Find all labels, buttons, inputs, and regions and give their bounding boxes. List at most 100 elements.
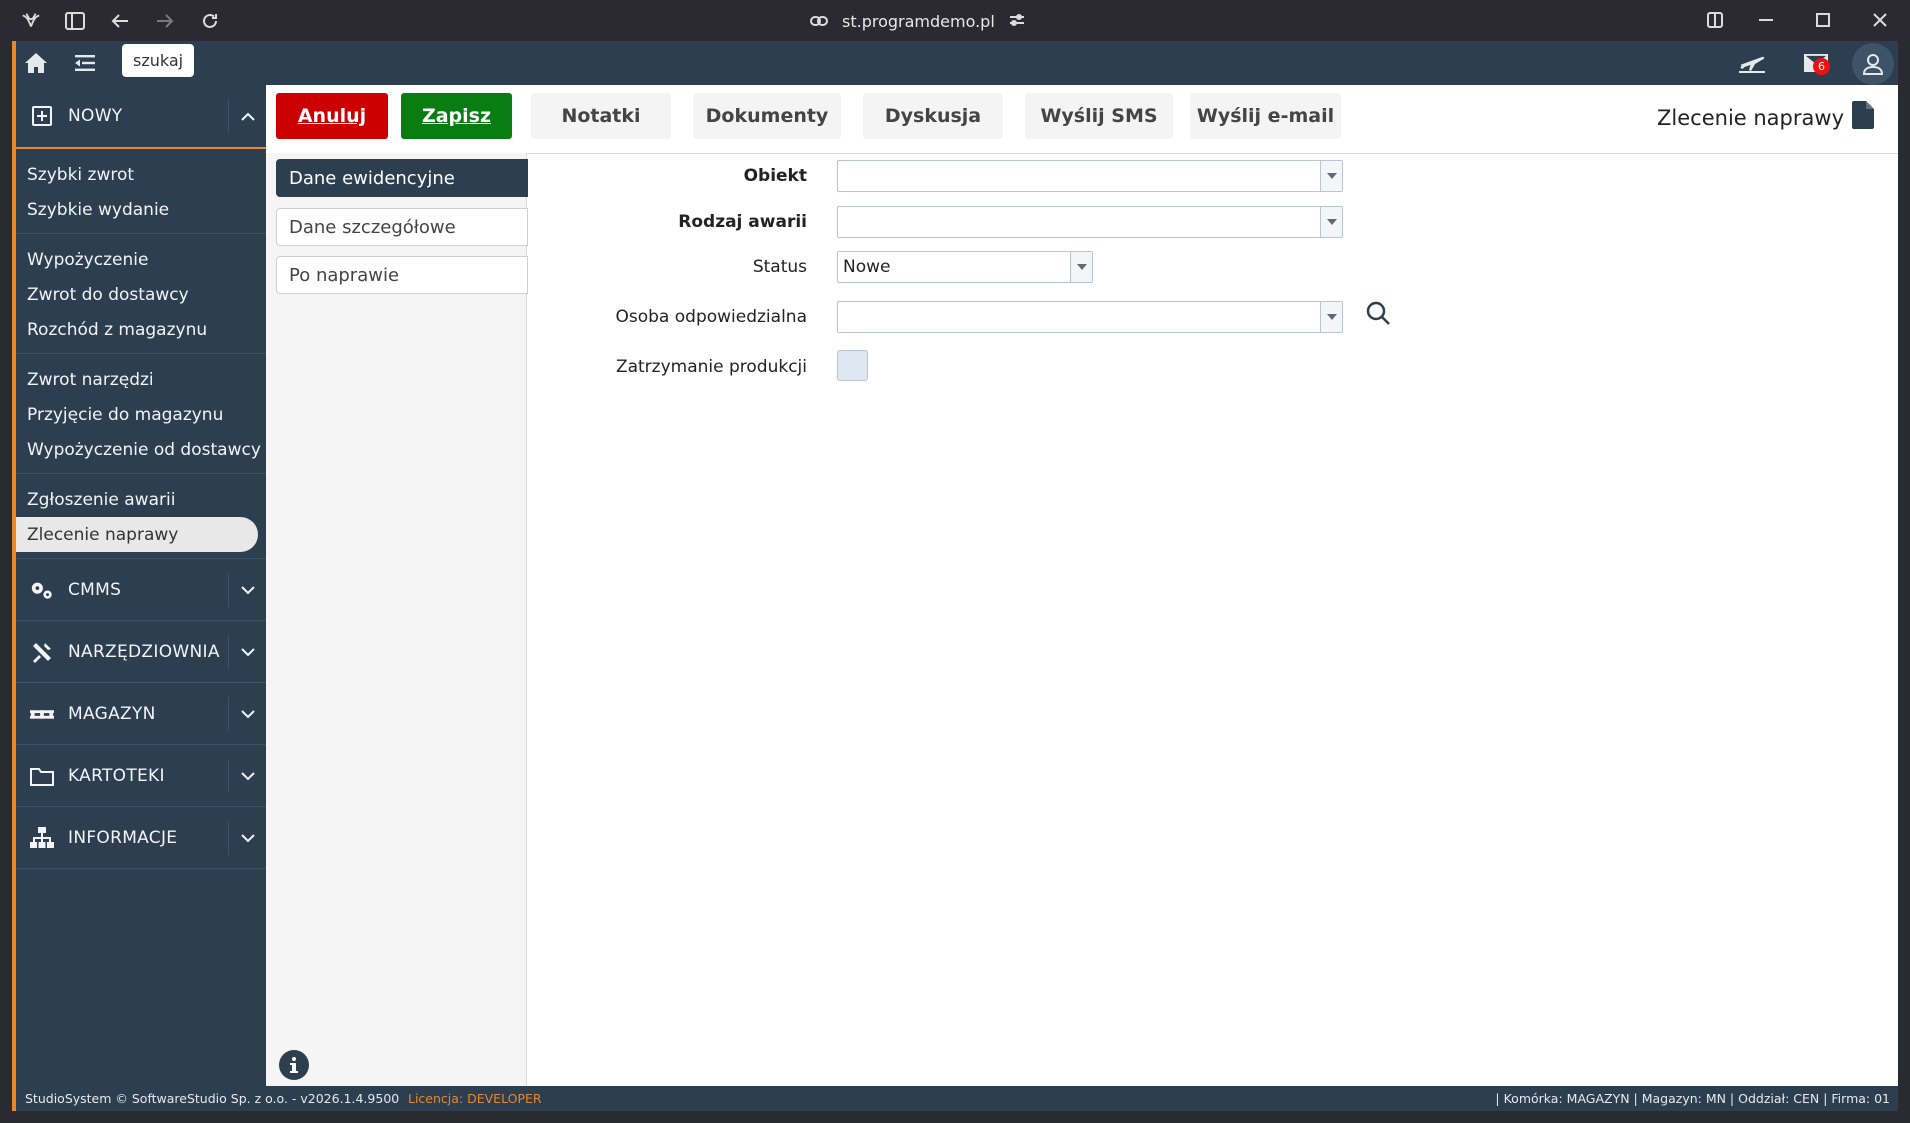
plane-icon[interactable] xyxy=(1738,50,1766,76)
sidebar-section-kartoteki[interactable]: KARTOTEKI xyxy=(16,745,266,807)
mail-count-badge: 6 xyxy=(1813,58,1830,75)
zatrzymanie-produkcji-checkbox[interactable] xyxy=(837,350,868,381)
section-label: CMMS xyxy=(68,579,122,600)
url-text: st.programdemo.pl xyxy=(842,11,995,31)
pallet-icon xyxy=(30,702,54,726)
plus-square-icon xyxy=(30,104,54,128)
chevron-down-icon[interactable] xyxy=(228,635,266,669)
section-label: KARTOTEKI xyxy=(68,765,165,786)
sidebar-section-informacje[interactable]: INFORMACJE xyxy=(16,807,266,869)
subtab-dane-szczegolowe[interactable]: Dane szczegółowe xyxy=(276,208,528,246)
sidebar-toggle-icon[interactable] xyxy=(62,8,88,34)
form-panel: Obiekt Rodzaj awarii Status Nowe Osoba o… xyxy=(527,153,1898,1086)
dropdown-arrow-icon[interactable] xyxy=(1070,252,1092,282)
sitemap-icon xyxy=(30,826,54,850)
chevron-down-icon[interactable] xyxy=(228,697,266,731)
gears-icon xyxy=(30,578,54,602)
osoba-odpowiedzialna-label: Osoba odpowiedzialna xyxy=(615,307,808,327)
section-label: MAGAZYN xyxy=(68,703,156,724)
chevron-down-icon[interactable] xyxy=(228,759,266,793)
section-label: NOWY xyxy=(68,106,123,126)
menu-group-2: Wypożyczenie Zwrot do dostawcy Rozchód z… xyxy=(16,234,266,354)
menu-item-przyjecie-do-magazynu[interactable]: Przyjęcie do magazynu xyxy=(16,397,266,432)
tab-wyslij-email[interactable]: Wyślij e-mail xyxy=(1190,93,1341,139)
browser-logo-icon[interactable] xyxy=(18,8,44,34)
menu-item-zwrot-do-dostawcy[interactable]: Zwrot do dostawcy xyxy=(16,277,266,312)
obiekt-select[interactable] xyxy=(837,160,1343,192)
menu-item-wypozyczenie[interactable]: Wypożyczenie xyxy=(16,242,266,277)
app-topbar: szukaj 6 xyxy=(16,41,1898,85)
tab-dokumenty[interactable]: Dokumenty xyxy=(693,93,841,139)
search-button[interactable]: szukaj xyxy=(122,44,195,77)
close-window-icon[interactable] xyxy=(1860,6,1900,34)
osoba-odpowiedzialna-select[interactable] xyxy=(837,301,1343,333)
menu-item-rozchod-z-magazynu[interactable]: Rozchód z magazynu xyxy=(16,312,266,347)
menu-item-zlecenie-naprawy[interactable]: Zlecenie naprawy xyxy=(16,517,258,552)
subtab-dane-ewidencyjne[interactable]: Dane ewidencyjne xyxy=(276,159,528,197)
footer-context: | Komórka: MAGAZYN | Magazyn: MN | Oddzi… xyxy=(1495,1091,1890,1106)
mail-icon[interactable]: 6 xyxy=(1798,50,1834,76)
menu-item-zwrot-narzedzi[interactable]: Zwrot narzędzi xyxy=(16,362,266,397)
home-icon[interactable] xyxy=(22,50,50,76)
app-frame: szukaj 6 NOWY Szybki zwrot Szybkie wydan… xyxy=(12,41,1898,1111)
status-footer: StudioSystem © SoftwareStudio Sp. z o.o.… xyxy=(16,1086,1898,1111)
menu-group-4: Zgłoszenie awarii Zlecenie naprawy xyxy=(16,474,266,559)
sidebar: NOWY Szybki zwrot Szybkie wydanie Wypoży… xyxy=(16,85,266,1086)
sidebar-section-cmms[interactable]: CMMS xyxy=(16,559,266,621)
menu-item-szybki-zwrot[interactable]: Szybki zwrot xyxy=(16,157,266,192)
tab-notatki[interactable]: Notatki xyxy=(531,93,671,139)
page-title-text: Zlecenie naprawy xyxy=(1657,105,1844,130)
tab-wyslij-sms[interactable]: Wyślij SMS xyxy=(1025,93,1173,139)
save-button[interactable]: Zapisz xyxy=(401,93,512,139)
status-value: Nowe xyxy=(843,257,891,277)
menu-group-1: Szybki zwrot Szybkie wydanie xyxy=(16,149,266,234)
address-bar[interactable]: st.programdemo.pl xyxy=(810,8,1025,34)
dropdown-arrow-icon[interactable] xyxy=(1320,207,1342,237)
search-icon[interactable] xyxy=(1365,300,1391,330)
sidebar-section-narzedziownia[interactable]: NARZĘDZIOWNIA xyxy=(16,621,266,683)
cancel-button[interactable]: Anuluj xyxy=(276,93,388,139)
toolbar: Anuluj Zapisz Notatki Dokumenty Dyskusja… xyxy=(266,85,1898,153)
folder-icon xyxy=(30,764,54,788)
dropdown-arrow-icon[interactable] xyxy=(1320,302,1342,332)
status-select[interactable]: Nowe xyxy=(837,251,1093,283)
tab-dyskusja[interactable]: Dyskusja xyxy=(863,93,1003,139)
rodzaj-awarii-label: Rodzaj awarii xyxy=(678,212,807,232)
chevron-up-icon[interactable] xyxy=(228,99,266,133)
section-label: INFORMACJE xyxy=(68,827,178,848)
zatrzymanie-produkcji-label: Zatrzymanie produkcji xyxy=(615,357,807,377)
footer-license: Licencja: DEVELOPER xyxy=(408,1091,542,1106)
info-icon[interactable] xyxy=(279,1050,309,1080)
rodzaj-awarii-select[interactable] xyxy=(837,206,1343,238)
chevron-down-icon[interactable] xyxy=(228,821,266,855)
page-title: Zlecenie naprawy xyxy=(1657,101,1874,134)
collapse-menu-icon[interactable] xyxy=(71,50,99,76)
section-label: NARZĘDZIOWNIA xyxy=(68,641,220,662)
maximize-icon[interactable] xyxy=(1803,6,1843,34)
document-icon xyxy=(1852,101,1874,134)
sidebar-section-magazyn[interactable]: MAGAZYN xyxy=(16,683,266,745)
footer-copyright: StudioSystem © SoftwareStudio Sp. z o.o.… xyxy=(25,1091,400,1106)
menu-item-zgloszenie-awarii[interactable]: Zgłoszenie awarii xyxy=(16,482,266,517)
user-avatar-icon[interactable] xyxy=(1852,43,1894,85)
content-area: Anuluj Zapisz Notatki Dokumenty Dyskusja… xyxy=(266,85,1898,1086)
obiekt-label: Obiekt xyxy=(743,166,807,186)
subtab-po-naprawie[interactable]: Po naprawie xyxy=(276,256,528,294)
sidebar-section-nowy[interactable]: NOWY xyxy=(16,85,266,149)
link-icon xyxy=(810,12,828,31)
menu-item-szybkie-wydanie[interactable]: Szybkie wydanie xyxy=(16,192,266,227)
tools-icon xyxy=(30,640,54,664)
reload-icon[interactable] xyxy=(197,8,223,34)
forward-arrow-icon[interactable] xyxy=(152,8,178,34)
chevron-down-icon[interactable] xyxy=(228,573,266,607)
status-label: Status xyxy=(752,257,807,277)
browser-chrome: st.programdemo.pl xyxy=(0,0,1910,41)
subtab-column: Dane ewidencyjne Dane szczegółowe Po nap… xyxy=(266,153,528,1086)
menu-group-3: Zwrot narzędzi Przyjęcie do magazynu Wyp… xyxy=(16,354,266,474)
back-arrow-icon[interactable] xyxy=(107,8,133,34)
dropdown-arrow-icon[interactable] xyxy=(1320,161,1342,191)
minimize-icon[interactable] xyxy=(1746,6,1786,34)
split-view-icon[interactable] xyxy=(1695,6,1735,34)
menu-item-wypozyczenie-od-dostawcy[interactable]: Wypożyczenie od dostawcy xyxy=(16,432,266,467)
site-settings-icon[interactable] xyxy=(1009,12,1025,31)
